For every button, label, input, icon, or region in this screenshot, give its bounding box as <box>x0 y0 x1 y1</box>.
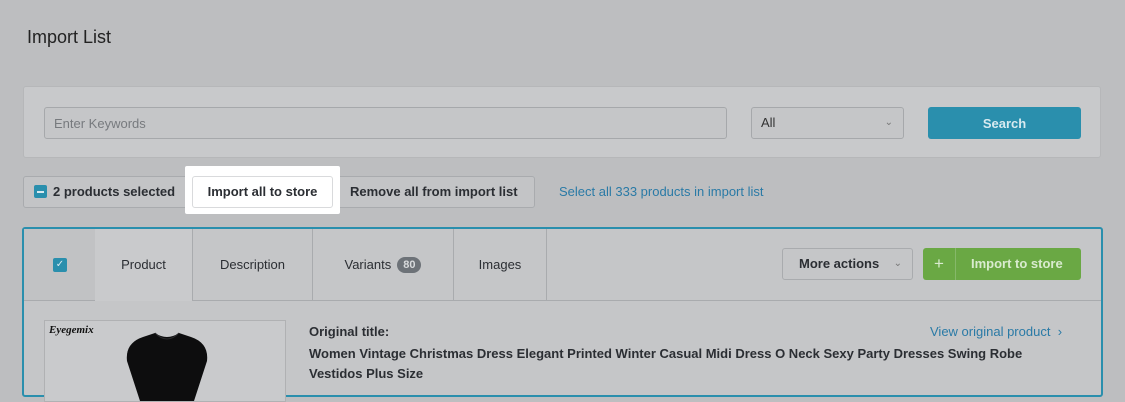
original-title-text: Women Vintage Christmas Dress Elegant Pr… <box>309 346 1023 381</box>
search-panel: All ⌄ Search <box>23 86 1101 158</box>
search-input[interactable] <box>44 107 727 139</box>
tab-product[interactable]: Product <box>95 229 193 301</box>
tab-label: Images <box>478 257 522 272</box>
select-all-link[interactable]: Select all 333 products in import list <box>559 184 763 199</box>
tab-label: Product <box>121 257 166 272</box>
product-select-cell: ✓ <box>24 229 96 300</box>
product-card-header: ✓ Product Description Variants 80 Images … <box>24 229 1101 301</box>
tab-label: Variants <box>344 257 392 272</box>
tab-images[interactable]: Images <box>454 229 547 300</box>
dress-image <box>126 332 208 401</box>
tab-variants[interactable]: Variants 80 <box>313 229 454 300</box>
filter-select-value: All <box>761 115 776 130</box>
tab-description[interactable]: Description <box>193 229 313 300</box>
search-button[interactable]: Search <box>928 107 1081 139</box>
more-actions-label: More actions <box>799 256 880 271</box>
product-thumbnail[interactable]: Eyegemix <box>44 320 286 402</box>
remove-all-button[interactable]: Remove all from import list <box>350 177 518 207</box>
page-title: Import List <box>27 27 112 47</box>
view-original-label: View original product <box>930 324 1051 339</box>
original-title-label: Original title: <box>309 324 390 339</box>
import-to-store-label: Import to store <box>971 256 1063 271</box>
plus-icon: + <box>923 248 956 280</box>
filter-select[interactable]: All ⌄ <box>751 107 904 139</box>
import-to-store-button[interactable]: + Import to store <box>923 248 1081 280</box>
tab-label: Description <box>219 257 286 272</box>
highlight-spotlight: Import all to store <box>185 166 340 214</box>
chevron-down-icon: ⌄ <box>893 258 902 269</box>
view-original-link[interactable]: View original product › <box>930 324 1062 339</box>
more-actions-dropdown[interactable]: More actions ⌄ <box>782 248 913 280</box>
checkbox-checked-icon[interactable]: ✓ <box>53 258 67 272</box>
chevron-right-icon: › <box>1054 324 1063 339</box>
selection-count-label: 2 products selected <box>53 184 176 199</box>
import-all-button[interactable]: Import all to store <box>192 176 333 208</box>
product-card: ✓ Product Description Variants 80 Images … <box>22 227 1103 402</box>
chevron-down-icon: ⌄ <box>884 117 893 128</box>
selection-status[interactable]: 2 products selected <box>34 177 175 207</box>
partial-select-checkbox-icon[interactable] <box>34 185 47 198</box>
variant-count-badge: 80 <box>397 257 422 273</box>
